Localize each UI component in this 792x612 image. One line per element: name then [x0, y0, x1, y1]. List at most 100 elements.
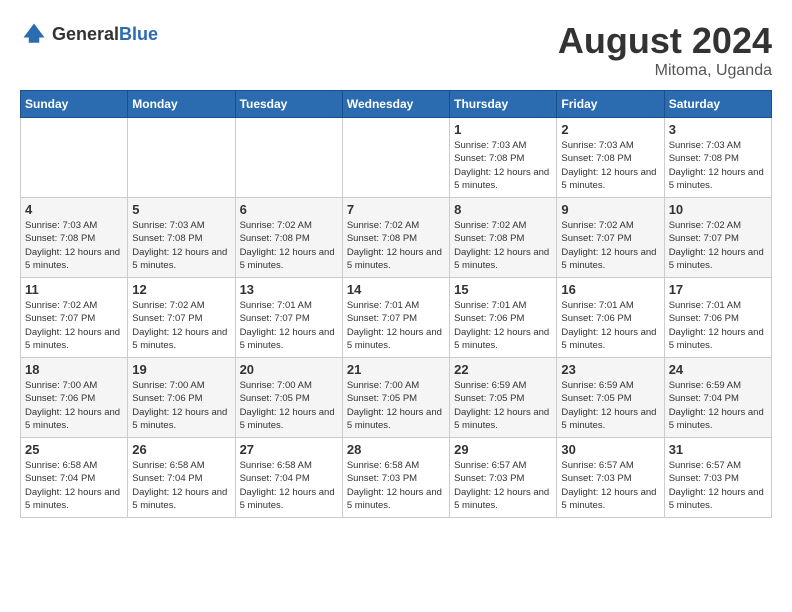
day-info: Sunrise: 7:00 AMSunset: 7:05 PMDaylight:…: [347, 379, 445, 432]
calendar-cell: 24 Sunrise: 6:59 AMSunset: 7:04 PMDayligh…: [664, 358, 771, 438]
day-number: 21: [347, 362, 445, 377]
calendar-cell: 22 Sunrise: 6:59 AMSunset: 7:05 PMDayligh…: [450, 358, 557, 438]
day-number: 10: [669, 202, 767, 217]
day-info: Sunrise: 7:02 AMSunset: 7:08 PMDaylight:…: [240, 219, 338, 272]
day-number: 25: [25, 442, 123, 457]
day-number: 24: [669, 362, 767, 377]
calendar-week-0: 1Sunrise: 7:03 AMSunset: 7:08 PMDaylight…: [21, 118, 772, 198]
day-number: 8: [454, 202, 552, 217]
calendar-cell: 20Sunrise: 7:00 AMSunset: 7:05 PMDayligh…: [235, 358, 342, 438]
day-number: 3: [669, 122, 767, 137]
calendar-cell: 28 Sunrise: 6:58 AMSunset: 7:03 PMDayligh…: [342, 438, 449, 518]
calendar-cell: 2 Sunrise: 7:03 AMSunset: 7:08 PMDaylight…: [557, 118, 664, 198]
day-number: 4: [25, 202, 123, 217]
calendar-cell: 4 Sunrise: 7:03 AMSunset: 7:08 PMDaylight…: [21, 198, 128, 278]
day-number: 7: [347, 202, 445, 217]
day-info: Sunrise: 7:01 AMSunset: 7:06 PMDaylight:…: [669, 299, 767, 352]
day-info: Sunrise: 7:01 AMSunset: 7:07 PMDaylight:…: [240, 299, 338, 352]
calendar-table: SundayMondayTuesdayWednesdayThursdayFrid…: [20, 90, 772, 518]
calendar-cell: 8 Sunrise: 7:02 AMSunset: 7:08 PMDaylight…: [450, 198, 557, 278]
day-info: Sunrise: 6:58 AMSunset: 7:04 PMDaylight:…: [25, 459, 123, 512]
day-info: Sunrise: 7:03 AMSunset: 7:08 PMDaylight:…: [25, 219, 123, 272]
day-number: 16: [561, 282, 659, 297]
calendar-cell: 5 Sunrise: 7:03 AMSunset: 7:08 PMDaylight…: [128, 198, 235, 278]
calendar-cell: 17 Sunrise: 7:01 AMSunset: 7:06 PMDayligh…: [664, 278, 771, 358]
month-title: August 2024: [558, 20, 772, 62]
day-number: 17: [669, 282, 767, 297]
location: Mitoma, Uganda: [558, 62, 772, 80]
calendar-cell: [128, 118, 235, 198]
day-info: Sunrise: 7:01 AMSunset: 7:07 PMDaylight:…: [347, 299, 445, 352]
day-info: Sunrise: 7:02 AMSunset: 7:07 PMDaylight:…: [561, 219, 659, 272]
day-info: Sunrise: 6:59 AMSunset: 7:05 PMDaylight:…: [454, 379, 552, 432]
calendar-cell: 9 Sunrise: 7:02 AMSunset: 7:07 PMDaylight…: [557, 198, 664, 278]
day-info: Sunrise: 7:02 AMSunset: 7:07 PMDaylight:…: [669, 219, 767, 272]
day-info: Sunrise: 6:59 AMSunset: 7:04 PMDaylight:…: [669, 379, 767, 432]
day-number: 9: [561, 202, 659, 217]
day-info: Sunrise: 6:57 AMSunset: 7:03 PMDaylight:…: [669, 459, 767, 512]
day-number: 2: [561, 122, 659, 137]
day-number: 31: [669, 442, 767, 457]
calendar-cell: [21, 118, 128, 198]
calendar-cell: [342, 118, 449, 198]
day-info: Sunrise: 7:02 AMSunset: 7:08 PMDaylight:…: [454, 219, 552, 272]
day-info: Sunrise: 7:03 AMSunset: 7:08 PMDaylight:…: [561, 139, 659, 192]
logo-general: General: [52, 24, 119, 44]
day-info: Sunrise: 6:58 AMSunset: 7:04 PMDaylight:…: [132, 459, 230, 512]
day-info: Sunrise: 7:01 AMSunset: 7:06 PMDaylight:…: [561, 299, 659, 352]
calendar-cell: 23Sunrise: 6:59 AMSunset: 7:05 PMDayligh…: [557, 358, 664, 438]
logo-icon: [20, 20, 48, 48]
weekday-header-monday: Monday: [128, 91, 235, 118]
day-info: Sunrise: 6:57 AMSunset: 7:03 PMDaylight:…: [561, 459, 659, 512]
day-number: 11: [25, 282, 123, 297]
day-info: Sunrise: 7:03 AMSunset: 7:08 PMDaylight:…: [669, 139, 767, 192]
day-number: 5: [132, 202, 230, 217]
calendar-cell: 27 Sunrise: 6:58 AMSunset: 7:04 PMDayligh…: [235, 438, 342, 518]
calendar-cell: 1Sunrise: 7:03 AMSunset: 7:08 PMDaylight…: [450, 118, 557, 198]
title-block: August 2024 Mitoma, Uganda: [558, 20, 772, 80]
calendar-cell: 29 Sunrise: 6:57 AMSunset: 7:03 PMDayligh…: [450, 438, 557, 518]
weekday-header-wednesday: Wednesday: [342, 91, 449, 118]
calendar-header: SundayMondayTuesdayWednesdayThursdayFrid…: [21, 91, 772, 118]
calendar-cell: 26Sunrise: 6:58 AMSunset: 7:04 PMDayligh…: [128, 438, 235, 518]
day-info: Sunrise: 6:58 AMSunset: 7:03 PMDaylight:…: [347, 459, 445, 512]
day-number: 18: [25, 362, 123, 377]
calendar-cell: 14Sunrise: 7:01 AMSunset: 7:07 PMDayligh…: [342, 278, 449, 358]
logo: GeneralBlue: [20, 20, 158, 48]
day-info: Sunrise: 6:57 AMSunset: 7:03 PMDaylight:…: [454, 459, 552, 512]
calendar-cell: 13 Sunrise: 7:01 AMSunset: 7:07 PMDayligh…: [235, 278, 342, 358]
calendar-body: 1Sunrise: 7:03 AMSunset: 7:08 PMDaylight…: [21, 118, 772, 518]
weekday-header-thursday: Thursday: [450, 91, 557, 118]
calendar-cell: [235, 118, 342, 198]
day-info: Sunrise: 7:02 AMSunset: 7:07 PMDaylight:…: [25, 299, 123, 352]
calendar-cell: 7 Sunrise: 7:02 AMSunset: 7:08 PMDaylight…: [342, 198, 449, 278]
day-number: 22: [454, 362, 552, 377]
weekday-header-tuesday: Tuesday: [235, 91, 342, 118]
day-info: Sunrise: 7:03 AMSunset: 7:08 PMDaylight:…: [132, 219, 230, 272]
page-header: GeneralBlue August 2024 Mitoma, Uganda: [20, 20, 772, 80]
calendar-week-3: 18 Sunrise: 7:00 AMSunset: 7:06 PMDayligh…: [21, 358, 772, 438]
calendar-cell: 21 Sunrise: 7:00 AMSunset: 7:05 PMDayligh…: [342, 358, 449, 438]
calendar-week-2: 11 Sunrise: 7:02 AMSunset: 7:07 PMDayligh…: [21, 278, 772, 358]
day-number: 13: [240, 282, 338, 297]
day-number: 20: [240, 362, 338, 377]
day-info: Sunrise: 7:02 AMSunset: 7:08 PMDaylight:…: [347, 219, 445, 272]
calendar-cell: 18 Sunrise: 7:00 AMSunset: 7:06 PMDayligh…: [21, 358, 128, 438]
day-info: Sunrise: 6:58 AMSunset: 7:04 PMDaylight:…: [240, 459, 338, 512]
logo-blue: Blue: [119, 24, 158, 44]
calendar-cell: 10 Sunrise: 7:02 AMSunset: 7:07 PMDayligh…: [664, 198, 771, 278]
calendar-cell: 12Sunrise: 7:02 AMSunset: 7:07 PMDayligh…: [128, 278, 235, 358]
day-number: 27: [240, 442, 338, 457]
calendar-cell: 11 Sunrise: 7:02 AMSunset: 7:07 PMDayligh…: [21, 278, 128, 358]
day-info: Sunrise: 7:03 AMSunset: 7:08 PMDaylight:…: [454, 139, 552, 192]
calendar-week-4: 25 Sunrise: 6:58 AMSunset: 7:04 PMDayligh…: [21, 438, 772, 518]
day-info: Sunrise: 7:00 AMSunset: 7:06 PMDaylight:…: [25, 379, 123, 432]
header-row: SundayMondayTuesdayWednesdayThursdayFrid…: [21, 91, 772, 118]
calendar-cell: 16 Sunrise: 7:01 AMSunset: 7:06 PMDayligh…: [557, 278, 664, 358]
day-number: 28: [347, 442, 445, 457]
calendar-cell: 3 Sunrise: 7:03 AMSunset: 7:08 PMDaylight…: [664, 118, 771, 198]
calendar-cell: 15Sunrise: 7:01 AMSunset: 7:06 PMDayligh…: [450, 278, 557, 358]
logo-text: GeneralBlue: [52, 24, 158, 45]
day-number: 29: [454, 442, 552, 457]
weekday-header-friday: Friday: [557, 91, 664, 118]
